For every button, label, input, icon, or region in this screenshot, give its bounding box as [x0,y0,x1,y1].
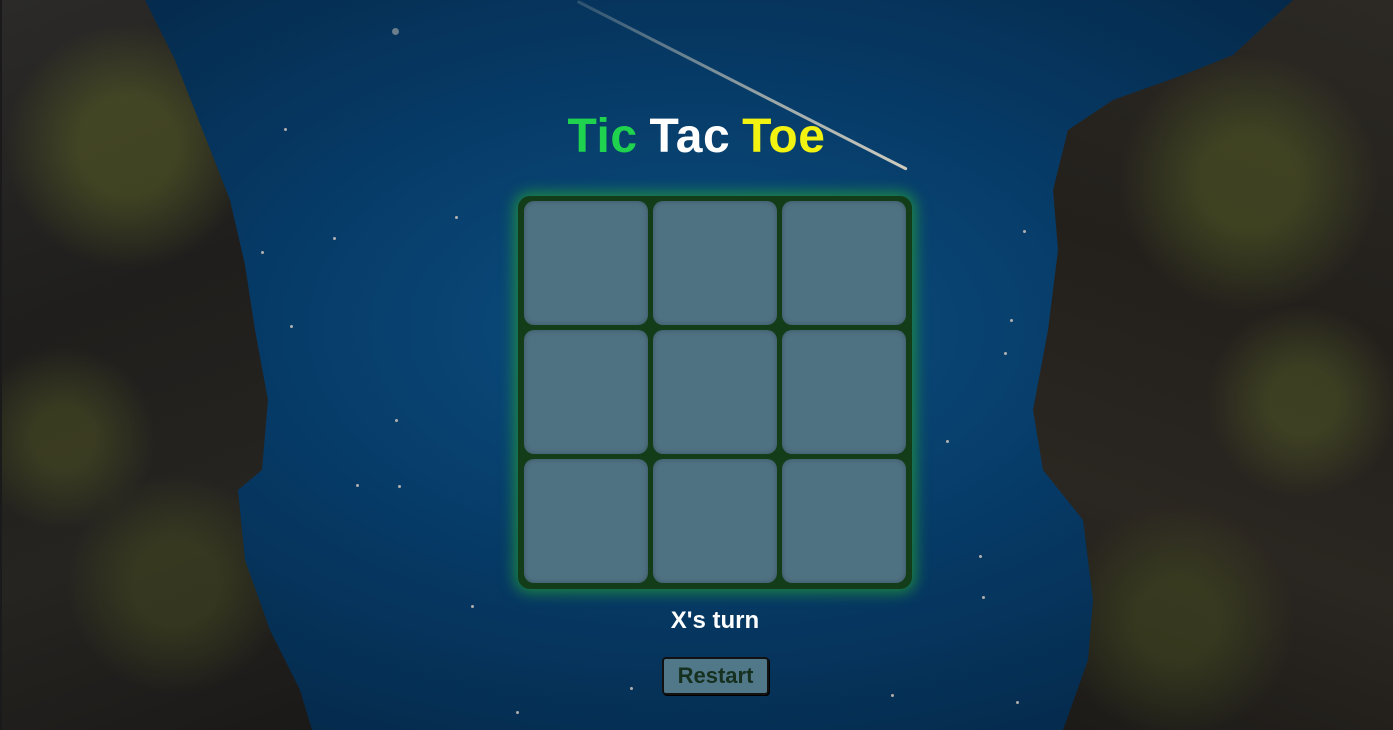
title-word-toe: Toe [742,110,826,163]
board-cell-7[interactable] [524,459,648,583]
board-cell-6[interactable] [782,330,906,454]
title-word-tac: Tac [649,110,731,163]
board-cell-9[interactable] [782,459,906,583]
game-board [518,196,912,589]
title-word-tic: Tic [567,110,638,163]
board-cell-3[interactable] [782,201,906,325]
board-cell-4[interactable] [524,330,648,454]
turn-status: X's turn [670,607,760,634]
restart-button[interactable]: Restart [662,657,769,695]
board-cell-1[interactable] [524,201,648,325]
board-cell-2[interactable] [653,201,777,325]
board-cell-5[interactable] [653,330,777,454]
game-title: Tic Tac Toe [0,109,1393,165]
board-cell-8[interactable] [653,459,777,583]
game-app: Tic Tac Toe X's turn Restart [0,0,1393,730]
